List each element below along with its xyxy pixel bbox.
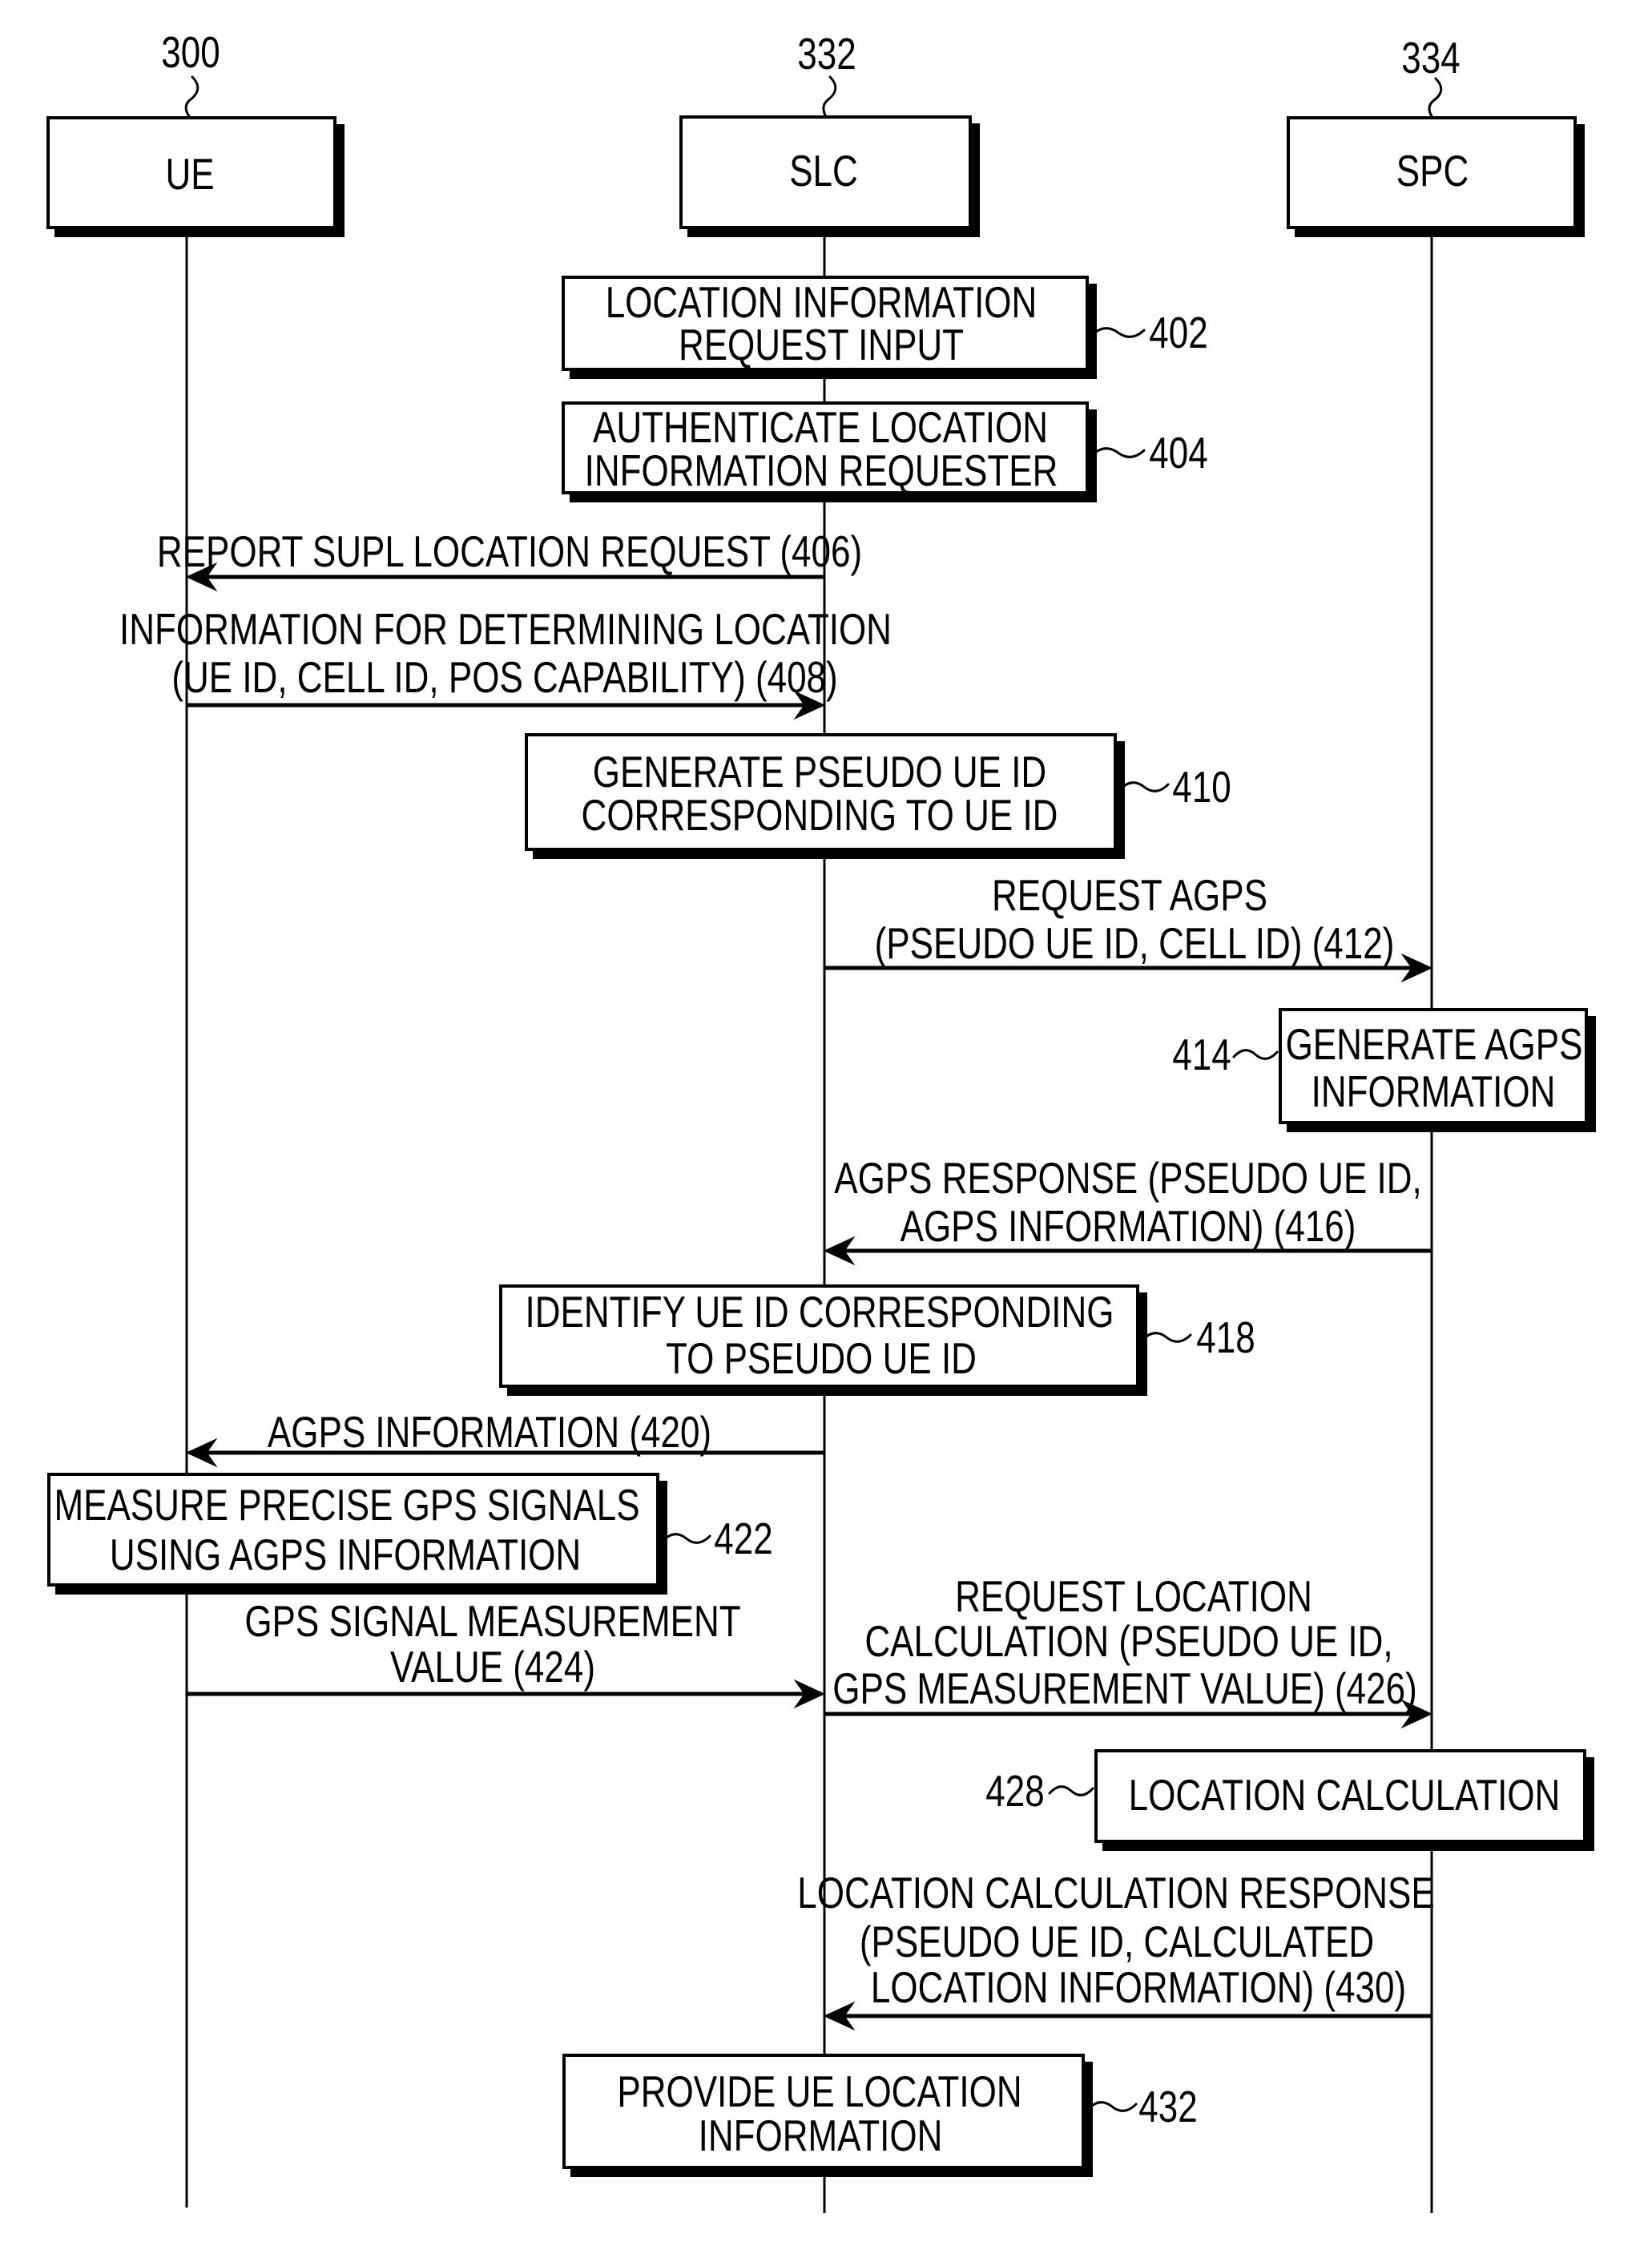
step-418-line-1: IDENTIFY UE ID CORRESPONDING — [525, 1287, 1114, 1337]
step-ref-414: 414 — [1172, 1030, 1231, 1079]
step-402-line-2: REQUEST INPUT — [678, 320, 965, 369]
message-416-line-2: AGPS INFORMATION) (416) — [900, 1201, 1356, 1251]
participant-name-spc: SPC — [1396, 146, 1469, 196]
ref-leader-402 — [1090, 327, 1146, 338]
step-432-line-1: PROVIDE UE LOCATION — [617, 2066, 1022, 2116]
ref-leader-414 — [1232, 1049, 1279, 1060]
message-426-line-2: CALCULATION (PSEUDO UE ID, — [864, 1616, 1393, 1666]
step-ref-428: 428 — [985, 1766, 1045, 1816]
ref-leader-slc — [822, 75, 837, 117]
step-410-line-2: CORRESPONDING TO UE ID — [581, 790, 1058, 840]
step-422-line-2: USING AGPS INFORMATION — [109, 1530, 582, 1579]
participant-name-ue: UE — [165, 149, 215, 199]
message-412-line-2: (PSEUDO UE ID, CELL ID) (412) — [874, 918, 1395, 968]
step-418-line-2: TO PSEUDO UE ID — [666, 1333, 977, 1383]
sequence-diagram: 300 332 334 UE SLC SPC LOCATION INFORMAT… — [0, 0, 1652, 2258]
message-430-line-1: LOCATION CALCULATION RESPONSE — [797, 1868, 1435, 1917]
participant-ref-slc: 332 — [797, 29, 856, 79]
step-404-line-1: AUTHENTICATE LOCATION — [593, 402, 1048, 452]
ref-leader-404 — [1090, 447, 1146, 458]
message-426-line-3: GPS MEASUREMENT VALUE) (426) — [832, 1663, 1417, 1713]
step-404-line-2: INFORMATION REQUESTER — [584, 446, 1058, 495]
message-412-line-1: REQUEST AGPS — [992, 870, 1267, 920]
step-ref-418: 418 — [1196, 1312, 1255, 1362]
step-410-line-1: GENERATE PSEUDO UE ID — [592, 747, 1047, 796]
step-422-line-1: MEASURE PRECISE GPS SIGNALS — [54, 1480, 640, 1530]
step-428-line-1: LOCATION CALCULATION — [1128, 1770, 1561, 1820]
step-ref-404: 404 — [1149, 428, 1208, 478]
step-ref-410: 410 — [1172, 762, 1231, 812]
message-430-line-3: LOCATION INFORMATION) (430) — [870, 1962, 1407, 2012]
ref-leader-432 — [1086, 2101, 1138, 2112]
message-416-line-1: AGPS RESPONSE (PSEUDO UE ID, — [834, 1153, 1422, 1203]
step-ref-432: 432 — [1138, 2082, 1198, 2131]
message-420-line-1: AGPS INFORMATION (420) — [267, 1407, 712, 1457]
message-406-line-1: REPORT SUPL LOCATION REQUEST (406) — [156, 526, 863, 576]
message-426-line-1: REQUEST LOCATION — [955, 1571, 1312, 1621]
message-430-line-2: (PSEUDO UE ID, CALCULATED — [859, 1917, 1375, 1966]
ref-leader-410 — [1118, 781, 1170, 792]
message-408-line-2: (UE ID, CELL ID, POS CAPABILITY) (408) — [171, 652, 838, 702]
participant-name-slc: SLC — [789, 146, 858, 196]
step-ref-402: 402 — [1149, 308, 1208, 357]
ref-leader-418 — [1141, 1332, 1192, 1343]
ref-leader-spc — [1428, 77, 1443, 118]
message-424-line-1: GPS SIGNAL MEASUREMENT — [244, 1596, 741, 1646]
ref-leader-ue — [184, 75, 199, 118]
step-ref-422: 422 — [714, 1514, 773, 1563]
step-432-line-2: INFORMATION — [698, 2111, 943, 2160]
ref-leader-422 — [661, 1533, 711, 1544]
participant-ref-spc: 334 — [1401, 33, 1461, 83]
message-424-line-2: VALUE (424) — [390, 1642, 595, 1691]
message-408-line-1: INFORMATION FOR DETERMINING LOCATION — [119, 604, 892, 654]
participant-ref-ue: 300 — [161, 27, 220, 77]
ref-leader-428 — [1048, 1785, 1094, 1796]
step-414-line-1: GENERATE AGPS — [1285, 1019, 1583, 1069]
step-414-line-2: INFORMATION — [1311, 1067, 1556, 1116]
